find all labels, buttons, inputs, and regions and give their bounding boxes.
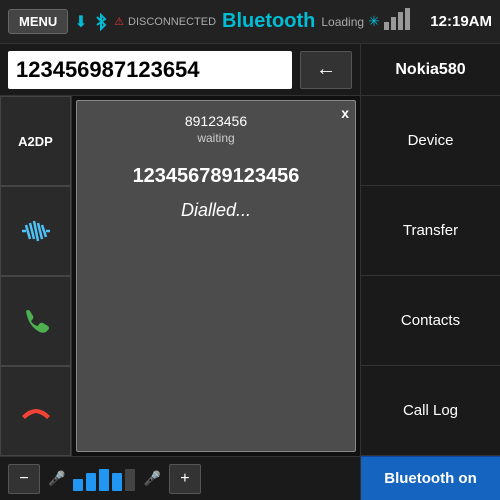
mic-button[interactable] xyxy=(0,186,71,276)
popup-close-button[interactable]: x xyxy=(341,105,349,121)
disconnected-text: DISCONNECTED xyxy=(128,16,216,28)
clock: 12:19AM xyxy=(430,13,492,30)
bluetooth-label: Bluetooth xyxy=(222,10,315,33)
popup-caller-number: 89123456 xyxy=(77,113,355,129)
side-buttons: A2DP xyxy=(0,96,72,456)
vol-bar-3 xyxy=(99,469,109,491)
popup-dialled-number: 123456789123456 xyxy=(77,165,355,188)
hangup-button[interactable] xyxy=(0,366,71,456)
left-panel: 123456987123654 ← A2DP xyxy=(0,44,360,500)
content-row: A2DP xyxy=(0,96,360,456)
top-bar: MENU ⬇ ⚠ DISCONNECTED Bluetooth Loading … xyxy=(0,0,500,44)
vol-bar-5 xyxy=(125,469,135,491)
menu-item-calllog[interactable]: Call Log xyxy=(361,366,500,456)
volume-bars xyxy=(73,467,135,491)
disconnected-icon: ⚠ xyxy=(114,15,124,28)
spinner-icon: ✳ xyxy=(368,13,380,30)
phone-button[interactable] xyxy=(0,276,71,366)
dial-row: 123456987123654 ← xyxy=(0,44,360,96)
menu-item-device[interactable]: Device xyxy=(361,96,500,186)
device-name: Nokia580 xyxy=(361,44,500,96)
bluetooth-on-button[interactable]: Bluetooth on xyxy=(361,456,500,500)
bottom-bar: − 🎤 🎤 + xyxy=(0,456,360,500)
volume-plus-button[interactable]: + xyxy=(169,464,201,494)
main-area: 123456987123654 ← A2DP xyxy=(0,44,500,500)
popup-dialled-label: Dialled... xyxy=(77,200,355,221)
vol-bar-2 xyxy=(86,473,96,491)
vol-bar-4 xyxy=(112,473,122,491)
mic-right-icon: 🎤 xyxy=(143,470,160,487)
vol-bar-1 xyxy=(73,479,83,491)
disconnected-area: ⚠ DISCONNECTED xyxy=(114,15,216,28)
dial-number-display: 123456987123654 xyxy=(8,51,292,89)
right-panel: Nokia580 Device Transfer Contacts Call L… xyxy=(360,44,500,500)
signal-icon xyxy=(384,8,410,35)
popup-status: waiting xyxy=(77,131,355,145)
a2dp-button[interactable]: A2DP xyxy=(0,96,71,186)
mic-left-icon: 🎤 xyxy=(48,470,65,487)
volume-minus-button[interactable]: − xyxy=(8,464,40,494)
loading-text: Loading xyxy=(321,15,364,29)
backspace-button[interactable]: ← xyxy=(300,51,352,89)
menu-item-contacts[interactable]: Contacts xyxy=(361,276,500,366)
menu-item-transfer[interactable]: Transfer xyxy=(361,186,500,276)
menu-button[interactable]: MENU xyxy=(8,9,68,34)
bluetooth-icon: ⬇ xyxy=(74,12,108,32)
call-popup: x 89123456 waiting 123456789123456 Diall… xyxy=(76,100,356,452)
right-menu: Device Transfer Contacts Call Log xyxy=(361,96,500,456)
